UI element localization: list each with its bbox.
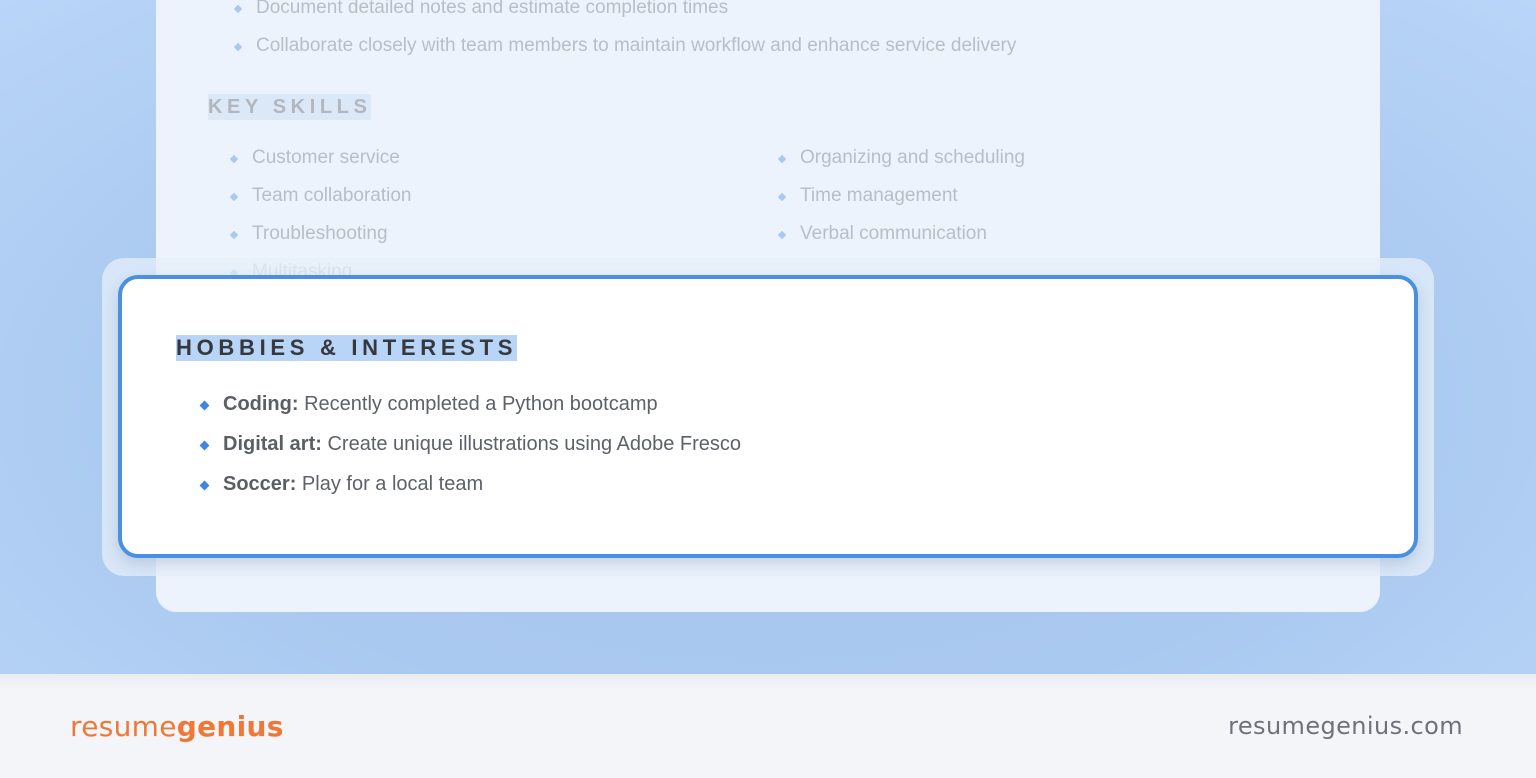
skill-item: Verbal communication — [777, 223, 987, 245]
footer: resumegenius resumegenius.com — [0, 674, 1536, 778]
hobby-item: Coding: Recently completed a Python boot… — [199, 393, 658, 416]
diamond-bullet-icon — [229, 154, 239, 164]
diamond-bullet-icon — [229, 230, 239, 240]
skill-item: Team collaboration — [229, 185, 411, 207]
hobby-item: Digital art: Create unique illustrations… — [199, 433, 742, 456]
diamond-bullet-icon — [199, 400, 210, 411]
skill-item: Organizing and scheduling — [777, 147, 1025, 169]
diamond-bullet-icon — [777, 154, 787, 164]
diamond-bullet-icon — [233, 42, 243, 52]
hobbies-heading: HOBBIES & INTERESTS — [176, 335, 518, 361]
diamond-bullet-icon — [777, 192, 787, 202]
hobby-description: Create unique illustrations using Adobe … — [321, 433, 742, 455]
diamond-bullet-icon — [199, 440, 210, 451]
diamond-bullet-icon — [777, 230, 787, 240]
experience-bullet: Document detailed notes and estimate com… — [233, 0, 728, 19]
skill-item: Customer service — [229, 147, 400, 169]
diamond-bullet-icon — [199, 480, 210, 491]
skill-item: Time management — [777, 185, 958, 207]
diamond-bullet-icon — [233, 4, 243, 14]
hobby-description: Recently completed a Python bootcamp — [298, 393, 658, 415]
hobby-item: Soccer: Play for a local team — [199, 473, 484, 496]
hobby-label: Coding: — [223, 393, 299, 415]
hobby-description: Play for a local team — [296, 473, 484, 495]
diamond-bullet-icon — [229, 192, 239, 202]
hobby-label: Soccer: — [223, 473, 297, 495]
hobby-label: Digital art: — [223, 433, 322, 455]
hobbies-section-card: HOBBIES & INTERESTS Coding: Recently com… — [118, 275, 1418, 558]
experience-bullet: Collaborate closely with team members to… — [233, 35, 1016, 57]
resumegenius-logo[interactable]: resumegenius — [70, 710, 284, 743]
key-skills-heading: KEY SKILLS — [208, 94, 372, 120]
background: Document detailed notes and estimate com… — [0, 0, 1536, 674]
site-url-link[interactable]: resumegenius.com — [1228, 712, 1463, 740]
skill-item: Troubleshooting — [229, 223, 388, 245]
